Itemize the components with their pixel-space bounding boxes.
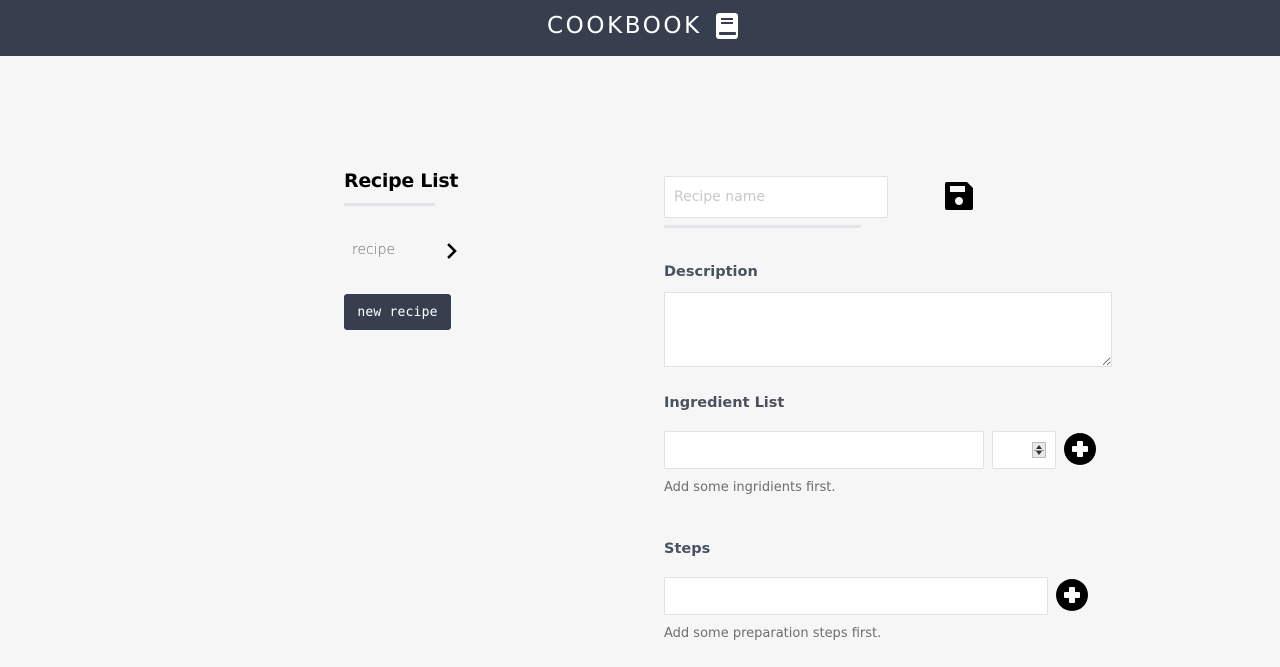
- save-button[interactable]: [943, 181, 975, 213]
- name-underline: [664, 225, 861, 228]
- description-textarea[interactable]: [664, 292, 1112, 367]
- add-step-button[interactable]: [1056, 579, 1088, 611]
- recipe-list-heading: Recipe List: [344, 170, 459, 192]
- new-recipe-button[interactable]: new recipe: [344, 294, 451, 330]
- ingredient-list-label: Ingredient List: [664, 395, 785, 411]
- recipe-list-item[interactable]: recipe: [344, 236, 464, 268]
- description-label: Description: [664, 264, 758, 280]
- steps-empty-hint: Add some preparation steps first.: [664, 626, 882, 641]
- step-input[interactable]: [664, 577, 1048, 615]
- recipe-item-label: recipe: [352, 242, 396, 258]
- add-ingredient-button[interactable]: [1064, 433, 1096, 465]
- heading-underline: [344, 203, 435, 206]
- chevron-right-icon: [444, 243, 460, 259]
- quantity-spinner[interactable]: [1032, 442, 1046, 458]
- book-icon: [715, 13, 738, 39]
- ingredient-name-input[interactable]: [664, 431, 984, 469]
- recipe-name-input[interactable]: [664, 176, 888, 218]
- top-navbar: COOKBOOK: [0, 0, 1280, 56]
- app-title: COOKBOOK: [547, 13, 702, 39]
- ingredients-empty-hint: Add some ingridients first.: [664, 480, 836, 495]
- floppy-disk-icon: [944, 182, 974, 214]
- ingredient-quantity-input[interactable]: [992, 431, 1056, 469]
- steps-label: Steps: [664, 541, 711, 557]
- brand[interactable]: COOKBOOK: [547, 11, 738, 41]
